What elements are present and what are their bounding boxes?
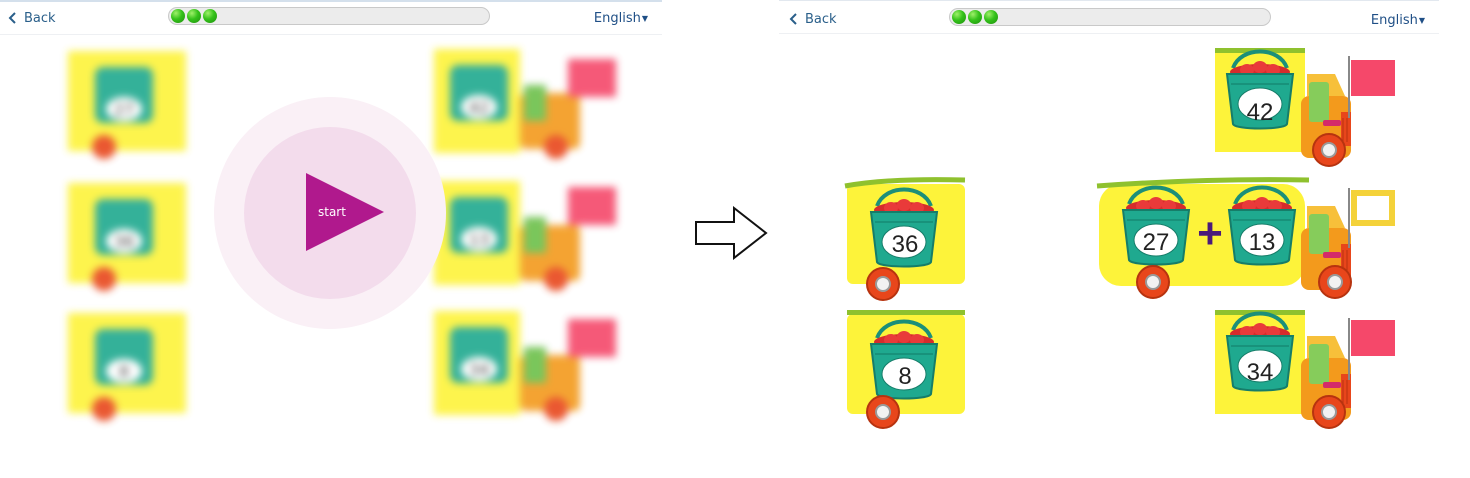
progress-bar — [949, 8, 1271, 26]
progress-dot — [203, 9, 217, 23]
basket-number: 36 — [114, 232, 134, 251]
language-label: English — [593, 11, 641, 26]
truck: 8 — [68, 313, 186, 421]
progress-dot — [187, 9, 201, 23]
right-arrow-icon — [695, 206, 768, 260]
basket-number: 8 — [119, 362, 129, 381]
caret-down-icon: ▼ — [641, 14, 648, 23]
back-label: Back — [24, 10, 56, 26]
truck: 27 — [68, 51, 186, 159]
chevron-left-icon — [789, 13, 797, 25]
language-label: English — [1370, 13, 1418, 28]
flag-icon — [1351, 320, 1395, 356]
language-selector[interactable]: English▼ — [594, 11, 648, 26]
right-screenshot-panel: Back English▼ 42 36 27 + 13 8 34 — [779, 0, 1439, 477]
basket-number: 42 — [469, 98, 489, 117]
truck: 42 — [434, 49, 616, 159]
basket-number: 13 — [469, 230, 489, 249]
back-label: Back — [805, 11, 837, 27]
game-board: 42 36 27 + 13 8 34 — [844, 48, 1395, 429]
caret-down-icon: ▼ — [1418, 16, 1425, 25]
basket-number: 34 — [469, 360, 489, 379]
progress-dot — [984, 10, 998, 24]
start-button-halo: start — [214, 97, 446, 329]
language-selector[interactable]: English▼ — [1371, 13, 1425, 28]
flag-icon — [1351, 60, 1395, 96]
truck: 34 — [434, 311, 616, 421]
top-bar: Back English▼ — [779, 1, 1439, 34]
basket-number: 34 — [1247, 359, 1274, 386]
truck-top-right[interactable]: 42 — [1215, 48, 1395, 167]
truck: 36 — [68, 183, 186, 291]
basket-number: 8 — [898, 363, 911, 390]
top-bar: Back English▼ — [0, 2, 662, 35]
truck: 13 — [434, 181, 616, 291]
addend-b: 13 — [1249, 229, 1276, 256]
progress-dot — [968, 10, 982, 24]
chevron-left-icon — [8, 12, 16, 24]
progress-bar — [168, 7, 490, 25]
back-button[interactable]: Back — [6, 8, 56, 28]
truck-bottom-left[interactable]: 8 — [847, 310, 965, 429]
basket-number: 36 — [892, 231, 919, 258]
start-label: start — [318, 205, 346, 219]
left-screenshot-panel: Back English▼ 27 36 8 42 13 34 start — [0, 0, 662, 478]
progress-dot — [171, 9, 185, 23]
truck-bottom-right[interactable]: 34 — [1215, 310, 1395, 429]
start-button[interactable]: start — [244, 127, 416, 299]
progress-dot — [952, 10, 966, 24]
truck-mid-center[interactable]: 27 + 13 — [1096, 177, 1395, 299]
truck-mid-left[interactable]: 36 — [844, 177, 966, 301]
addend-a: 27 — [1143, 229, 1170, 256]
basket-number: 42 — [1247, 99, 1274, 126]
back-button[interactable]: Back — [787, 9, 837, 29]
plus-icon: + — [1197, 209, 1223, 258]
basket-number: 27 — [114, 100, 134, 119]
